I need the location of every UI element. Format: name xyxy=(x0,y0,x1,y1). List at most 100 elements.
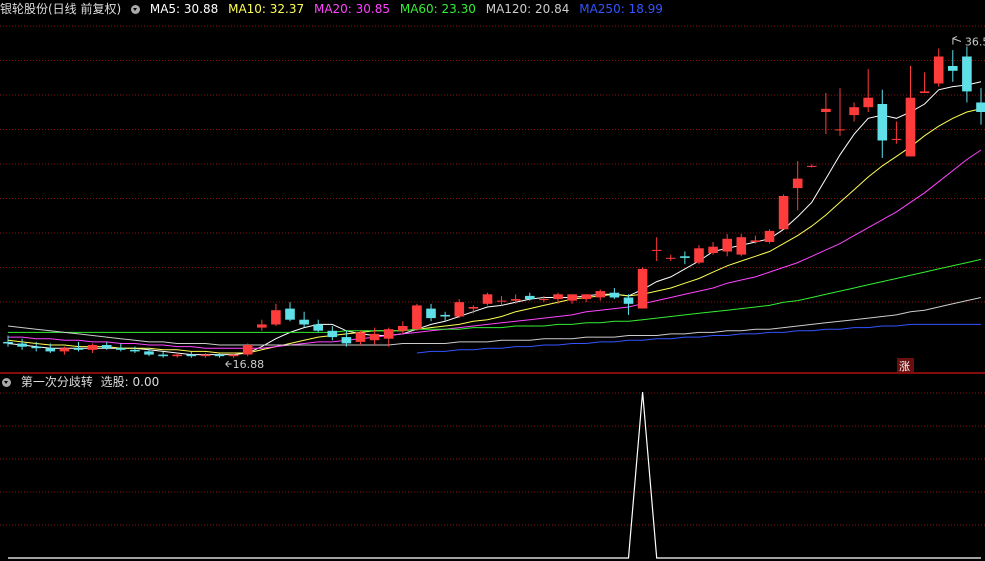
candle-body xyxy=(750,240,761,242)
candle-body xyxy=(426,308,436,319)
candle xyxy=(539,295,549,303)
candle xyxy=(242,343,253,357)
candle-body xyxy=(553,294,563,300)
candle-body xyxy=(581,294,591,300)
candle-body xyxy=(637,268,648,309)
dropdown-icon[interactable] xyxy=(131,5,141,14)
candle-body xyxy=(101,345,112,349)
candle xyxy=(595,289,606,301)
candle-body xyxy=(863,97,873,108)
ma120-label: MA120: 20.84 xyxy=(485,2,570,16)
candle-body xyxy=(623,297,634,304)
candle xyxy=(962,46,972,103)
candle xyxy=(736,234,747,257)
candle-body xyxy=(87,345,98,350)
candle-body xyxy=(595,291,606,298)
candle-body xyxy=(116,348,126,350)
limit-up-tag: 涨 xyxy=(897,358,914,373)
candle-body xyxy=(341,337,352,344)
candle-body xyxy=(3,341,13,344)
candle xyxy=(257,319,267,331)
candle xyxy=(708,241,718,255)
ma250-line xyxy=(416,323,981,354)
main-grid xyxy=(0,25,985,303)
candle-body xyxy=(257,324,267,328)
signal-line xyxy=(8,391,981,559)
candle-body xyxy=(651,249,662,251)
candle xyxy=(130,346,140,353)
ma60-label: MA60: 23.30 xyxy=(399,2,476,16)
candle-body xyxy=(214,354,225,357)
candle xyxy=(200,352,211,358)
candle xyxy=(369,327,380,346)
candle-body xyxy=(228,354,239,357)
ma250-label: MA250: 18.99 xyxy=(579,2,663,16)
candle-body xyxy=(680,256,690,258)
candle-body xyxy=(285,308,295,320)
moving-average-lines xyxy=(7,81,982,356)
candle-body xyxy=(905,97,916,157)
candle xyxy=(807,164,817,168)
limit-up-tag-text: 涨 xyxy=(899,360,910,373)
candle-body xyxy=(313,324,323,331)
candle-body xyxy=(398,326,408,331)
candle xyxy=(426,303,436,322)
candle-body xyxy=(454,302,465,317)
ma10-label: MA10: 32.37 xyxy=(228,2,305,16)
candle-body xyxy=(849,107,859,116)
ma5-line xyxy=(7,81,982,356)
candle xyxy=(891,121,902,144)
ma20-label: MA20: 30.85 xyxy=(313,2,391,16)
candle xyxy=(849,102,859,122)
candle-body xyxy=(158,354,168,357)
candle-body xyxy=(144,351,154,355)
high-pointer-icon xyxy=(952,36,962,45)
candle-body xyxy=(962,56,972,92)
candle-body xyxy=(919,91,930,93)
candle xyxy=(327,326,338,341)
candle xyxy=(919,72,930,93)
chart-canvas: 36.53 16.88 涨 xyxy=(0,25,985,559)
candle xyxy=(863,69,873,112)
candle xyxy=(482,292,493,306)
low-price-label: 16.88 xyxy=(233,358,264,371)
candle-body xyxy=(525,295,535,300)
candle-body xyxy=(31,346,41,349)
price-annotations: 36.53 16.88 xyxy=(225,35,985,371)
candle-body xyxy=(807,165,817,167)
candle-body xyxy=(242,345,253,355)
low-pointer-icon xyxy=(225,360,232,368)
candle-body xyxy=(355,332,366,342)
candle xyxy=(637,267,648,309)
candle xyxy=(299,311,309,328)
candle xyxy=(905,65,916,157)
candle-body xyxy=(567,294,577,301)
candle xyxy=(933,48,944,87)
candle-body xyxy=(609,292,620,298)
candle-body xyxy=(369,333,380,341)
main-chart-header: 银轮股份(日线 前复权) MA5: 30.88 MA10: 32.37 MA20… xyxy=(0,1,669,17)
candle xyxy=(877,89,888,158)
candle xyxy=(214,352,225,358)
candle xyxy=(680,251,690,265)
candle xyxy=(623,294,634,315)
candle-body xyxy=(539,299,549,301)
candle-body xyxy=(666,257,676,259)
candle-body xyxy=(172,354,182,357)
candle-body xyxy=(468,307,479,309)
candle-body xyxy=(17,343,27,347)
indicator-header: 第一次分歧转 选股: 0.00 xyxy=(2,374,165,390)
candle-body xyxy=(736,237,747,255)
stock-title: 银轮股份(日线 前复权) xyxy=(0,2,122,16)
candle xyxy=(666,254,676,262)
candle-body xyxy=(130,349,140,352)
candle-body xyxy=(200,354,211,357)
indicator-dropdown-icon[interactable] xyxy=(2,378,11,387)
candle xyxy=(398,321,408,334)
candle-body xyxy=(708,246,718,253)
candle xyxy=(792,161,803,211)
candle-body xyxy=(45,348,56,352)
ma5-label: MA5: 30.88 xyxy=(149,2,219,16)
candle xyxy=(87,343,98,353)
candle-body xyxy=(877,104,888,141)
